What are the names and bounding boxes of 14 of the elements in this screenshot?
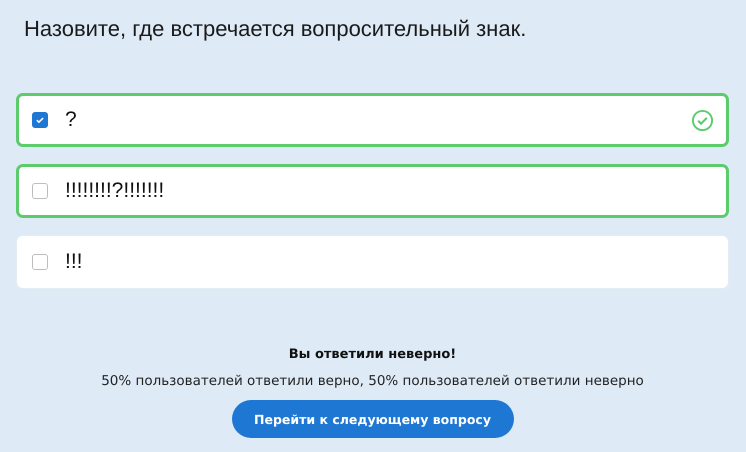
- checkbox[interactable]: [32, 112, 48, 128]
- result-stats: 50% пользователей ответили верно, 50% пользователей ответили неверно: [101, 373, 644, 389]
- answer-option[interactable]: !!!!!!!!?!!!!!!!: [16, 164, 729, 218]
- next-question-button[interactable]: Перейти к следующему вопросу: [232, 400, 514, 438]
- result-title: Вы ответили неверно!: [288, 347, 456, 362]
- answer-option[interactable]: ?: [16, 93, 729, 147]
- checkbox[interactable]: [32, 183, 48, 199]
- option-label: ?: [65, 108, 78, 132]
- option-label: !!!!!!!!?!!!!!!!: [65, 179, 166, 203]
- check-circle-icon: [691, 108, 714, 132]
- answer-option[interactable]: !!!: [16, 235, 729, 289]
- question-title: Назовите, где встречается вопросительный знак.: [24, 15, 528, 43]
- checkbox[interactable]: [32, 254, 48, 270]
- option-label: !!!: [65, 250, 84, 274]
